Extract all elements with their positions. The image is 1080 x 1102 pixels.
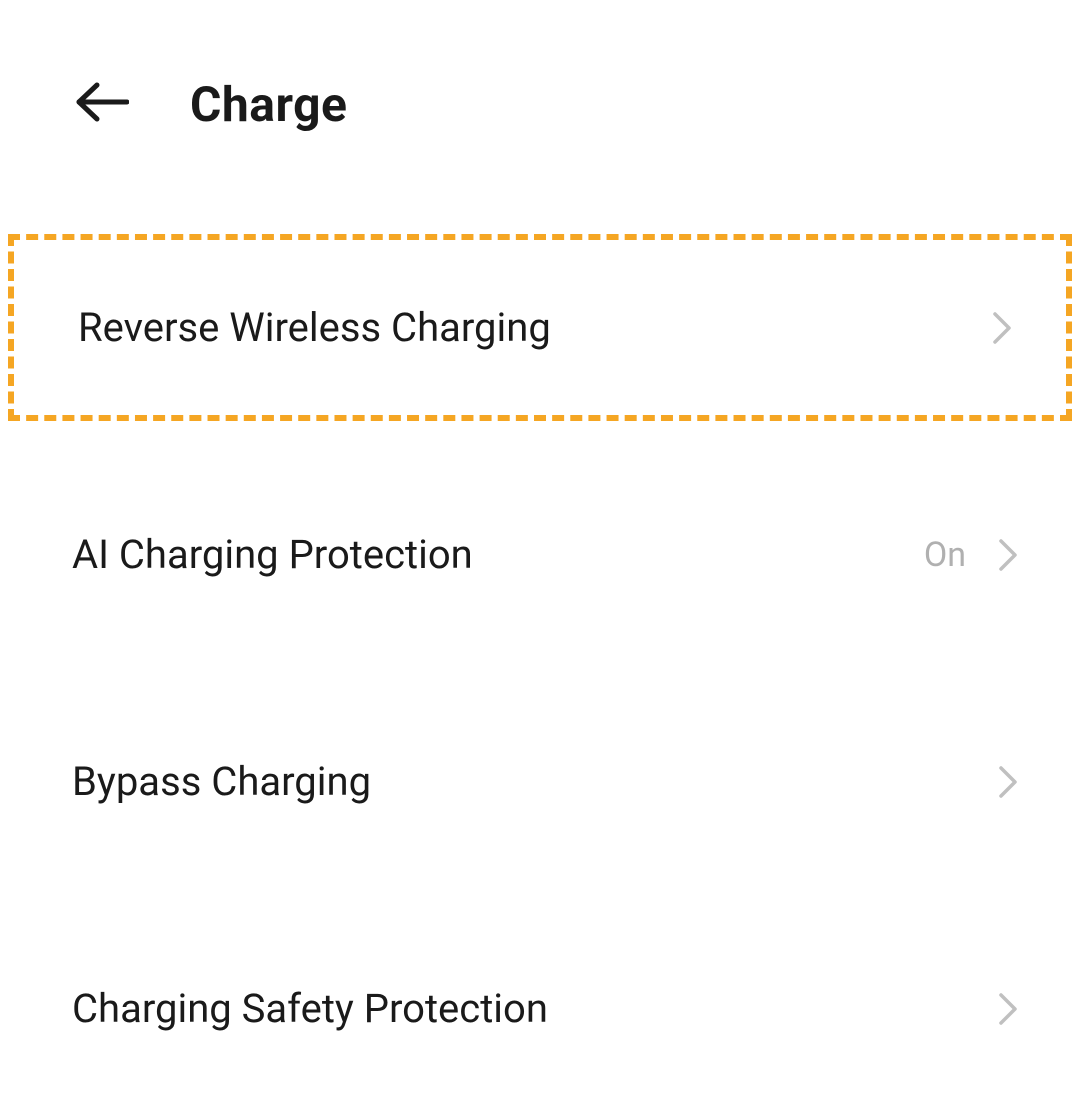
settings-item-right [994,760,1022,804]
settings-item-value: On [924,535,966,575]
settings-item-right [994,987,1022,1031]
settings-item-label: Bypass Charging [72,758,371,805]
settings-item-label: Reverse Wireless Charging [78,304,551,351]
spacer [0,875,1080,915]
settings-item-right [988,306,1016,350]
arrow-left-icon [75,81,129,127]
chevron-right-icon [994,760,1022,804]
spacer [0,648,1080,688]
settings-item-bypass-charging[interactable]: Bypass Charging [0,688,1080,875]
back-button[interactable] [72,74,132,134]
settings-item-label: AI Charging Protection [72,531,473,578]
page-title: Charge [190,76,347,133]
settings-item-label: Charging Safety Protection [72,985,548,1032]
spacer [0,421,1080,461]
chevron-right-icon [994,533,1022,577]
settings-list: Reverse Wireless Charging AI Charging Pr… [0,164,1080,1102]
settings-item-reverse-wireless-charging[interactable]: Reverse Wireless Charging [8,234,1072,421]
settings-item-right: On [924,533,1022,577]
settings-item-ai-charging-protection[interactable]: AI Charging Protection On [0,461,1080,648]
header: Charge [0,0,1080,164]
settings-item-charging-safety-protection[interactable]: Charging Safety Protection [0,915,1080,1102]
chevron-right-icon [994,987,1022,1031]
chevron-right-icon [988,306,1016,350]
